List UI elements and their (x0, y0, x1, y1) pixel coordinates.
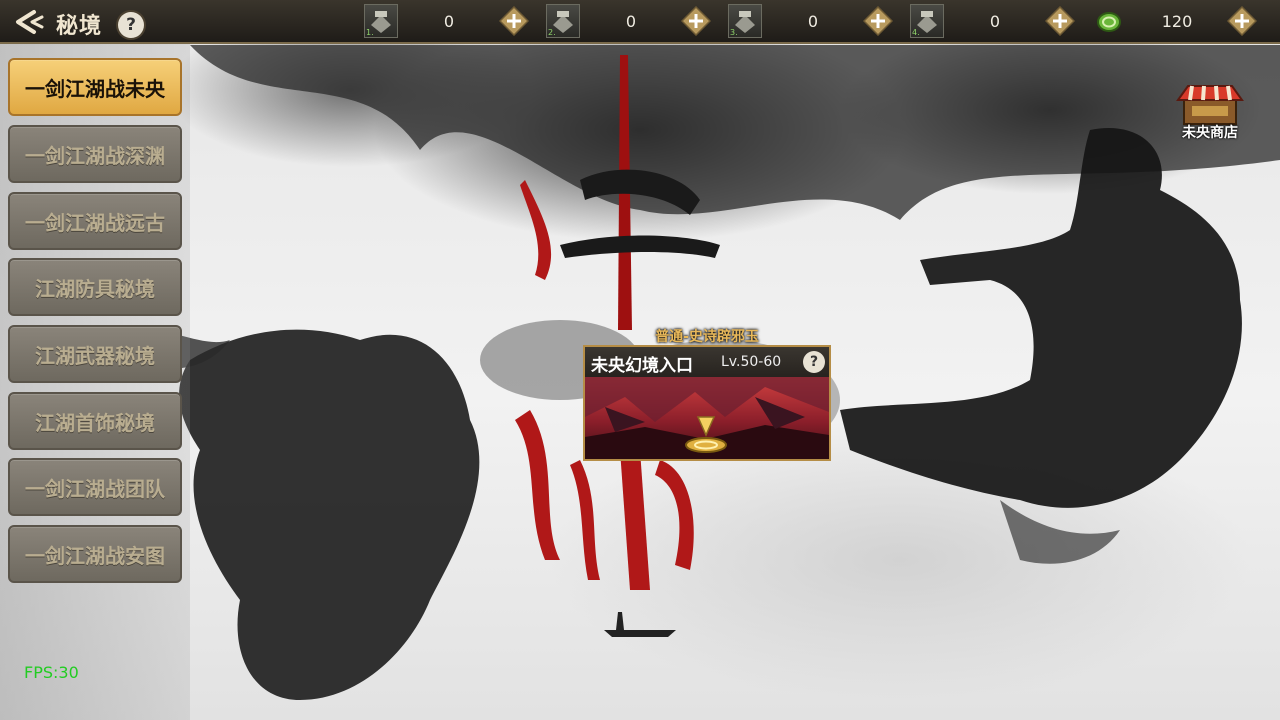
sidebar-item-team[interactable]: 一剑江湖战团队 (8, 458, 182, 516)
resource-coin: 120 (1092, 4, 1257, 40)
ticket-4-icon: 4. (910, 4, 944, 38)
entrance-level: Lv.50-60 (721, 354, 782, 370)
sidebar-item-weapon[interactable]: 江湖武器秘境 (8, 325, 182, 383)
entrance-card-header: 未央幻境入口 Lv.50-60 ? (585, 347, 829, 377)
resource-value: 0 (989, 12, 1001, 31)
dungeon-sidebar: 一剑江湖战未央 一剑江湖战深渊 一剑江湖战远古 江湖防具秘境 江湖武器秘境 江湖… (0, 44, 190, 720)
top-bar: 秘境 ? 1. 0 2. 0 3. 0 4. 0 120 (0, 0, 1280, 44)
resource-ticket-1: 1. 0 (364, 4, 529, 40)
shop-label: 未央商店 (1182, 125, 1238, 141)
sidebar-item-shenyuan[interactable]: 一剑江湖战深渊 (8, 125, 182, 183)
resource-ticket-2: 2. 0 (546, 4, 711, 40)
resource-ticket-4: 4. 0 (910, 4, 1075, 40)
ticket-1-icon: 1. (364, 4, 398, 38)
add-ticket-1-button[interactable] (499, 6, 529, 36)
add-ticket-3-button[interactable] (863, 6, 893, 36)
entrance-help-button[interactable]: ? (803, 351, 825, 373)
add-coin-button[interactable] (1227, 6, 1257, 36)
dungeon-entrance-card[interactable]: 未央幻境入口 Lv.50-60 ? (583, 345, 831, 461)
resource-value: 0 (625, 12, 637, 31)
fps-counter: FPS:30 (24, 663, 79, 682)
ticket-2-icon: 2. (546, 4, 580, 38)
sidebar-item-armor[interactable]: 江湖防具秘境 (8, 258, 182, 316)
ticket-3-icon: 3. (728, 4, 762, 38)
help-button[interactable]: ? (118, 12, 144, 38)
sidebar-item-yuangu[interactable]: 一剑江湖战远古 (8, 192, 182, 250)
add-ticket-2-button[interactable] (681, 6, 711, 36)
coin-icon (1097, 12, 1121, 32)
sidebar-item-weiyang[interactable]: 一剑江湖战未央 (8, 58, 182, 116)
entrance-portal-marker-icon (685, 416, 727, 453)
entrance-reward-subtitle: 普通-史诗辟邪玉 (655, 329, 759, 345)
back-arrow-icon (16, 10, 44, 34)
entrance-title: 未央幻境入口 (591, 356, 693, 376)
shop-stall-icon (1176, 85, 1244, 125)
sidebar-item-antu[interactable]: 一剑江湖战安图 (8, 525, 182, 583)
shop-button[interactable]: 未央商店 (1170, 80, 1250, 142)
back-button[interactable] (10, 8, 50, 36)
resource-value: 120 (1161, 12, 1193, 31)
resource-value: 0 (807, 12, 819, 31)
resource-value: 0 (443, 12, 455, 31)
page-title: 秘境 (56, 14, 103, 39)
add-ticket-4-button[interactable] (1045, 6, 1075, 36)
entrance-scene-image (585, 377, 829, 459)
resource-ticket-3: 3. 0 (728, 4, 893, 40)
sidebar-item-jewelry[interactable]: 江湖首饰秘境 (8, 392, 182, 450)
